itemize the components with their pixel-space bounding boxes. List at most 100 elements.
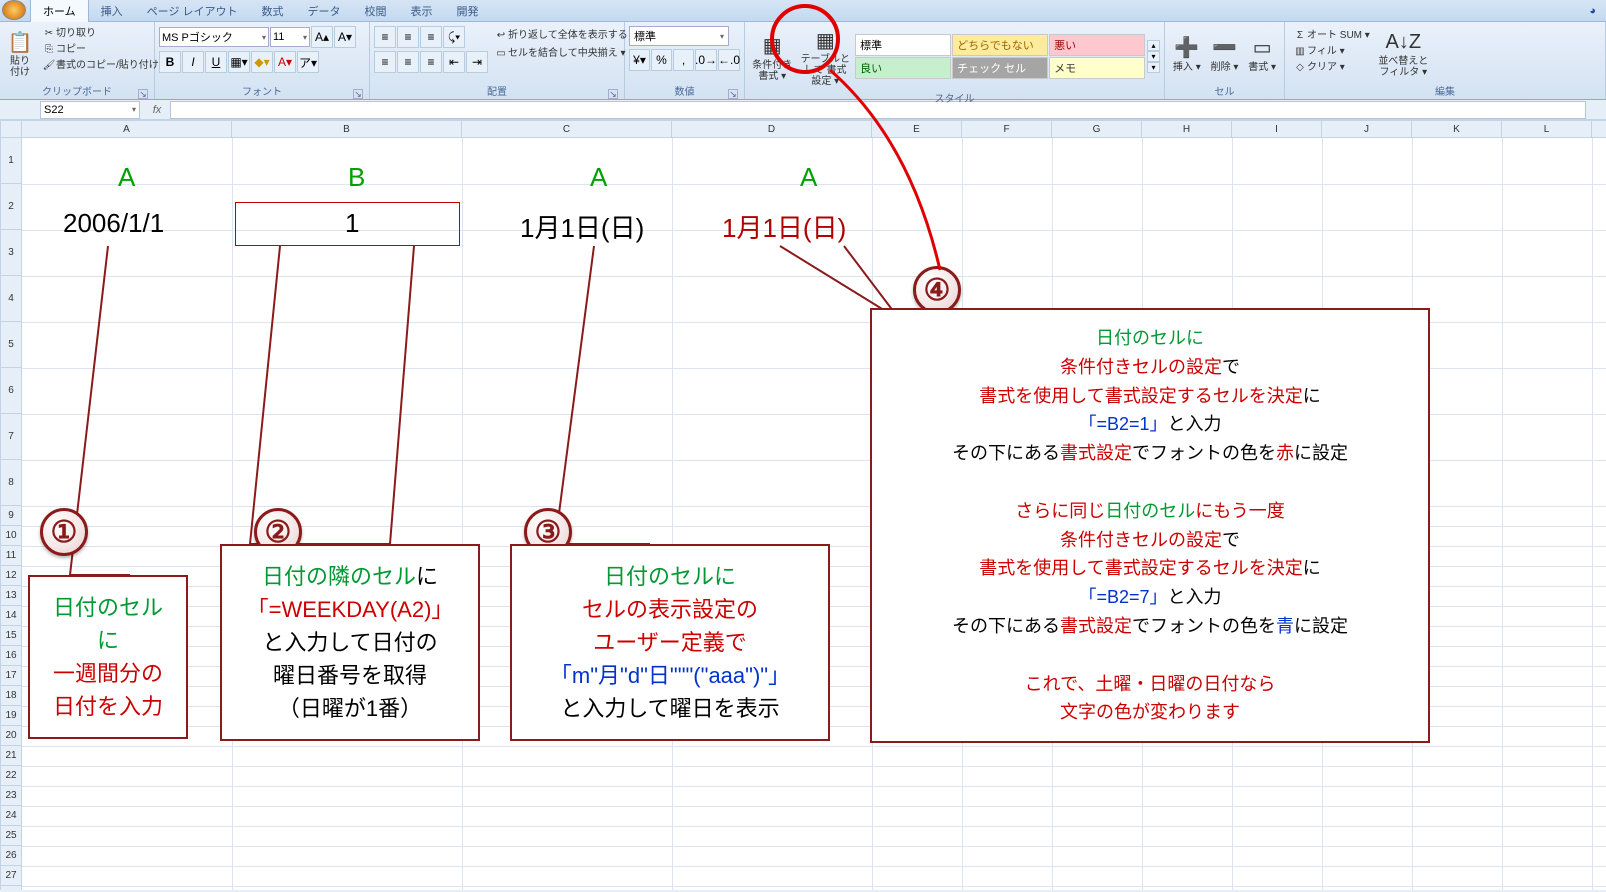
row-header[interactable]: 4 [0,276,22,322]
row-header[interactable]: 13 [0,586,22,606]
row-header[interactable]: 9 [0,506,22,526]
increase-decimal-button[interactable]: .0→ [695,49,717,71]
row-header[interactable]: 15 [0,626,22,646]
bold-button[interactable]: B [159,51,181,73]
grow-font-button[interactable]: A▴ [311,26,333,48]
copy-button[interactable]: ⎘コピー [38,40,163,55]
style-bad[interactable]: 悪い [1049,34,1145,56]
col-header[interactable]: K [1412,120,1502,138]
col-header[interactable]: E [872,120,962,138]
row-header[interactable]: 12 [0,566,22,586]
font-launcher[interactable]: ↘ [353,89,363,99]
tab-review[interactable]: 校閲 [353,0,399,22]
row-header[interactable]: 17 [0,666,22,686]
fill-button[interactable]: ▥フィル ▾ [1289,42,1374,57]
currency-button[interactable]: ¥▾ [629,49,650,71]
cut-button[interactable]: ✂切り取り [38,24,163,39]
row-header[interactable]: 20 [0,726,22,746]
paste-button[interactable]: 📋 貼り付け [4,24,36,82]
row-header[interactable]: 6 [0,368,22,414]
autosum-button[interactable]: Σオート SUM ▾ [1289,26,1374,41]
tab-page-layout[interactable]: ページ レイアウト [135,0,250,22]
col-header[interactable]: H [1142,120,1232,138]
font-size-combo[interactable]: 11▾ [270,27,310,47]
comma-button[interactable]: , [673,49,694,71]
fx-icon[interactable]: fx [148,102,166,118]
align-launcher[interactable]: ↘ [608,89,618,99]
tab-home[interactable]: ホーム [30,0,89,22]
col-header[interactable]: I [1232,120,1322,138]
row-header[interactable]: 28 [0,886,22,890]
align-right-button[interactable]: ≡ [420,51,442,73]
fill-color-button[interactable]: ◆▾ [251,51,273,73]
col-header[interactable]: B [232,120,462,138]
row-header[interactable]: 1 [0,138,22,184]
row-header[interactable]: 7 [0,414,22,460]
row-header[interactable]: 22 [0,766,22,786]
style-good[interactable]: 良い [855,57,951,79]
align-left-button[interactable]: ≡ [374,51,396,73]
style-normal[interactable]: 標準 [855,34,951,56]
wrap-text-button[interactable]: ↩折り返して全体を表示する [490,26,632,41]
insert-cells-button[interactable]: ➕挿入 ▾ [1169,24,1205,82]
col-header[interactable]: J [1322,120,1412,138]
style-memo[interactable]: メモ [1049,57,1145,79]
clear-button[interactable]: ◇クリア ▾ [1289,58,1374,73]
clipboard-launcher[interactable]: ↘ [138,89,148,99]
row-header[interactable]: 16 [0,646,22,666]
col-header[interactable]: D [672,120,872,138]
phonetic-button[interactable]: ア▾ [297,51,319,73]
row-header[interactable]: 3 [0,230,22,276]
delete-cells-button[interactable]: ➖削除 ▾ [1207,24,1243,82]
row-header[interactable]: 14 [0,606,22,626]
font-name-combo[interactable]: MS Pゴシック▾ [159,27,269,47]
merge-center-button[interactable]: ▭セルを結合して中央揃え ▾ [490,44,632,59]
format-painter-button[interactable]: 🖌書式のコピー/貼り付け [38,56,163,71]
row-header[interactable]: 27 [0,866,22,886]
col-header[interactable]: A [22,120,232,138]
align-bottom-button[interactable]: ≡ [420,26,442,48]
number-format-combo[interactable]: 標準▾ [629,26,729,46]
align-center-button[interactable]: ≡ [397,51,419,73]
indent-decrease-button[interactable]: ⇤ [443,51,465,73]
office-button[interactable] [2,0,26,20]
italic-button[interactable]: I [182,51,204,73]
row-header[interactable]: 10 [0,526,22,546]
number-launcher[interactable]: ↘ [728,89,738,99]
style-neutral[interactable]: どちらでもない [952,34,1048,56]
format-cells-button[interactable]: ▭書式 ▾ [1244,24,1280,82]
row-header[interactable]: 2 [0,184,22,230]
col-header[interactable]: L [1502,120,1592,138]
styles-gallery-more[interactable]: ▴▾▾ [1147,40,1160,73]
row-header[interactable]: 26 [0,846,22,866]
row-header[interactable]: 8 [0,460,22,506]
style-check-cell[interactable]: チェック セル [952,57,1048,79]
name-box[interactable]: S22▾ [40,101,140,119]
decrease-decimal-button[interactable]: ←.0 [718,49,740,71]
row-header[interactable]: 21 [0,746,22,766]
sheet-area[interactable]: ABCDEFGHIJKLMNO 123456789101112131415161… [0,120,1606,890]
sort-filter-button[interactable]: A↓Z並べ替えと フィルタ ▾ [1376,24,1431,82]
row-header[interactable]: 18 [0,686,22,706]
row-header[interactable]: 25 [0,826,22,846]
align-top-button[interactable]: ≡ [374,26,396,48]
row-header[interactable]: 24 [0,806,22,826]
col-header[interactable]: C [462,120,672,138]
border-button[interactable]: ▦▾ [228,51,250,73]
tab-formulas[interactable]: 数式 [250,0,296,22]
row-header[interactable]: 5 [0,322,22,368]
tab-developer[interactable]: 開発 [445,0,491,22]
shrink-font-button[interactable]: A▾ [334,26,356,48]
align-middle-button[interactable]: ≡ [397,26,419,48]
tab-data[interactable]: データ [296,0,353,22]
indent-increase-button[interactable]: ⇥ [466,51,488,73]
help-icon[interactable]: ◕ [1589,5,1596,17]
col-header[interactable]: G [1052,120,1142,138]
col-header[interactable]: M [1592,120,1606,138]
row-header[interactable]: 23 [0,786,22,806]
tab-insert[interactable]: 挿入 [89,0,135,22]
percent-button[interactable]: % [651,49,672,71]
row-header[interactable]: 19 [0,706,22,726]
orientation-button[interactable]: ⤹▾ [443,26,465,48]
font-color-button[interactable]: A▾ [274,51,296,73]
